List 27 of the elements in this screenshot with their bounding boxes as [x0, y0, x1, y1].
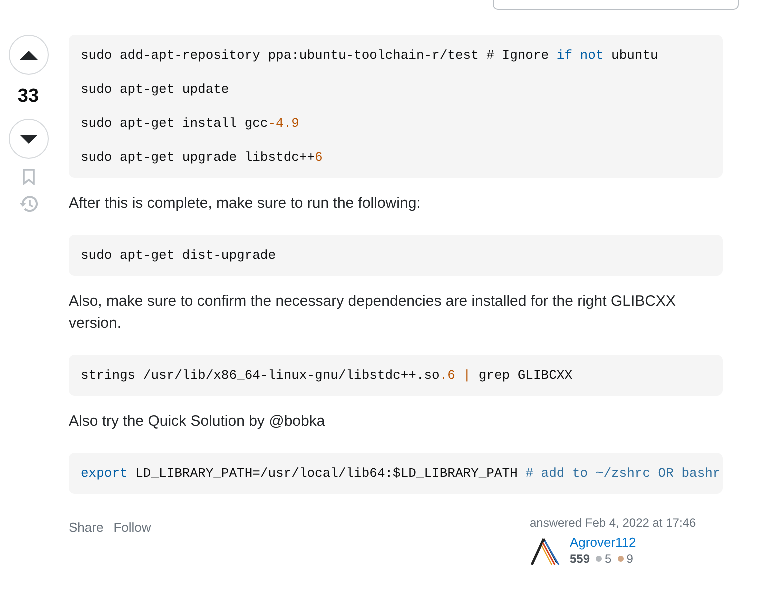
code-line: sudo apt-get install gcc-4.9: [81, 115, 300, 132]
history-icon: [19, 195, 38, 213]
upvote-button[interactable]: [8, 35, 48, 75]
reputation-score: 559: [570, 552, 590, 566]
sort-select[interactable]: [493, 0, 739, 10]
post-action-link[interactable]: Share: [69, 520, 104, 535]
answer-paragraph: Also, make sure to confirm the necessary dependencies are installed for the right GLIBCXX version.: [69, 292, 677, 334]
downvote-button[interactable]: [8, 119, 48, 159]
code-line: strings /usr/lib/x86_64-linux-gnu/libstdc++.so.6 | grep GLIBCXX: [81, 367, 572, 384]
code-line: sudo apt-get update: [81, 81, 230, 98]
answer-paragraph: Also try the Quick Solution by @bobka: [69, 412, 326, 432]
up-arrow-icon: [20, 50, 38, 60]
code-line: sudo apt-get upgrade libstdc++6: [81, 149, 323, 166]
badge-count: 9: [626, 552, 634, 566]
down-arrow-icon: [20, 134, 38, 144]
code-line: sudo apt-get dist-upgrade: [81, 247, 276, 264]
code-line: export LD_LIBRARY_PATH=/usr/local/lib64:$LD_LIBRARY_PATH # add to ~/zshrc OR bashr: [81, 465, 721, 482]
post-action-link[interactable]: Follow: [114, 520, 152, 535]
answered-date: answered Feb 4, 2022 at 17:46: [530, 516, 698, 530]
code-line: sudo add-apt-repository ppa:ubuntu-toolchain-r/test # Ignore if not ubuntu: [81, 47, 658, 64]
badge-count: 5: [605, 552, 612, 566]
user-name-link[interactable]: Agrover112: [570, 535, 636, 550]
bookmark-icon: [22, 169, 34, 185]
history-button[interactable]: [19, 195, 38, 213]
vote-count: 33: [18, 85, 40, 109]
bookmark-button[interactable]: [22, 169, 34, 185]
answer-paragraph: After this is complete, make sure to run the following:: [69, 194, 422, 214]
